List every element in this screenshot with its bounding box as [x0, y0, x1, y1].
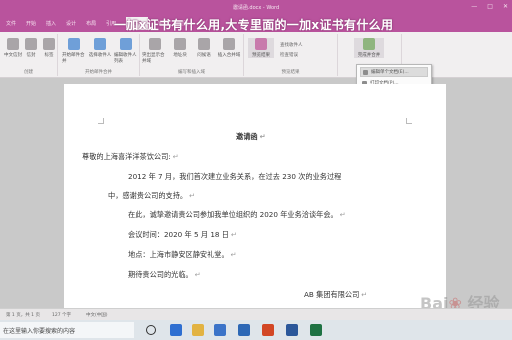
status-bar: 第 1 页，共 1 页 127 个字 中文(中国): [0, 308, 512, 320]
tab-file[interactable]: 文件: [6, 20, 16, 27]
taskbar-search-box[interactable]: 在这里输入你要搜索的内容: [0, 322, 134, 338]
salutation: 尊敬的上海喜洋洋茶饮公司: ↵: [82, 152, 179, 161]
tab-design[interactable]: 设计: [66, 20, 76, 27]
menu-item-edit-individual-documents[interactable]: 编辑单个文档(E)...: [360, 67, 428, 77]
recipients-icon: [94, 38, 106, 50]
labels-button[interactable]: 标签: [38, 38, 60, 58]
outlook-icon[interactable]: [238, 324, 250, 336]
preview-icon: [255, 38, 267, 50]
file-explorer-icon[interactable]: [192, 324, 204, 336]
margin-mark: [406, 118, 412, 124]
window-title: 邀请函.docx - Word: [232, 5, 280, 11]
word-count: 127 个字: [52, 313, 72, 318]
finish-merge-icon: [363, 38, 375, 50]
group-create: 中文信封 信封 标签 创建: [0, 34, 58, 76]
insert-merge-field-button[interactable]: 插入合并域: [216, 38, 242, 58]
window-controls: — □ ✕: [471, 3, 508, 10]
greeting-line-button[interactable]: 问候语: [192, 38, 216, 58]
minimize-button[interactable]: —: [471, 3, 477, 10]
taskbar: 在这里输入你要搜索的内容: [0, 320, 512, 340]
meeting-location: 地点：上海市静安区静安礼堂。 ↵: [128, 250, 237, 259]
language-indicator: 中文(中国): [86, 313, 108, 318]
group-start-mail-merge: 开始邮件合并 选择收件人 编辑收件人列表 开始邮件合并: [58, 34, 140, 76]
tab-layout[interactable]: 布局: [86, 20, 96, 27]
document-icon: [363, 69, 368, 75]
close-button[interactable]: ✕: [503, 3, 508, 10]
tab-home[interactable]: 开始: [26, 20, 36, 27]
maximize-button[interactable]: □: [487, 3, 493, 10]
meeting-time: 会议时间：2020 年 5 月 18 日 ↵: [128, 230, 237, 239]
title-bar: 邀请函.docx - Word — □ ✕: [0, 0, 512, 14]
body-paragraph: 2012 年 7 月，我们首次建立业务关系，在过去 230 次的业务过程: [128, 172, 342, 181]
document-icon: [68, 38, 80, 50]
preview-results-button[interactable]: 预览结果: [248, 38, 274, 58]
page-count: 第 1 页，共 1 页: [6, 313, 40, 318]
envelope-icon: [25, 38, 37, 50]
highlight-merge-fields-button[interactable]: 突出显示合并域: [142, 38, 168, 64]
edit-recipient-list-button[interactable]: 编辑收件人列表: [114, 38, 138, 64]
body-paragraph: 中，感谢贵公司的支持。 ↵: [108, 191, 196, 200]
store-icon[interactable]: [214, 324, 226, 336]
start-mail-merge-button[interactable]: 开始邮件合并: [62, 38, 86, 64]
envelope-icon: [7, 38, 19, 50]
field-icon: [223, 38, 235, 50]
edge-icon[interactable]: [170, 324, 182, 336]
word-icon[interactable]: [286, 324, 298, 336]
headline-overlay: 一加x证书有什么用,大专里面的一加x证书有什么用: [114, 18, 394, 32]
signature: AB 集团有限公司 ↵: [304, 290, 368, 299]
address-icon: [174, 38, 186, 50]
label-icon: [43, 38, 55, 50]
closing-line: 期待贵公司的光临。 ↵: [128, 270, 201, 279]
select-recipients-button[interactable]: 选择收件人: [88, 38, 112, 58]
address-block-button[interactable]: 地址块: [168, 38, 192, 58]
document-title: 邀请函 ↵: [236, 132, 266, 141]
powerpoint-icon[interactable]: [262, 324, 274, 336]
body-paragraph: 在此，诚挚邀请贵公司参加我单位组织的 2020 年业务洽谈年会。 ↵: [128, 210, 346, 219]
excel-icon[interactable]: [310, 324, 322, 336]
finish-and-merge-button[interactable]: 完成并合并: [354, 38, 384, 58]
find-recipient-button[interactable]: 查找收件人: [280, 42, 303, 48]
task-view-icon[interactable]: [146, 325, 156, 335]
ribbon: 中文信封 信封 标签 创建 开始邮件合并 选择收件人 编辑收件人列表 开始邮件合…: [0, 32, 512, 78]
document-page[interactable]: 邀请函 ↵ 尊敬的上海喜洋洋茶饮公司: ↵ 2012 年 7 月，我们首次建立业务关…: [64, 84, 446, 308]
group-preview-results: 预览结果 查找收件人 检查错误 预览结果: [244, 34, 338, 76]
margin-mark: [98, 118, 104, 124]
highlight-icon: [149, 38, 161, 50]
greeting-icon: [198, 38, 210, 50]
tab-insert[interactable]: 插入: [46, 20, 56, 27]
group-write-insert-fields: 突出显示合并域 地址块 问候语 插入合并域 编写和插入域: [140, 34, 244, 76]
edit-list-icon: [120, 38, 132, 50]
check-errors-button[interactable]: 检查错误: [280, 52, 298, 58]
